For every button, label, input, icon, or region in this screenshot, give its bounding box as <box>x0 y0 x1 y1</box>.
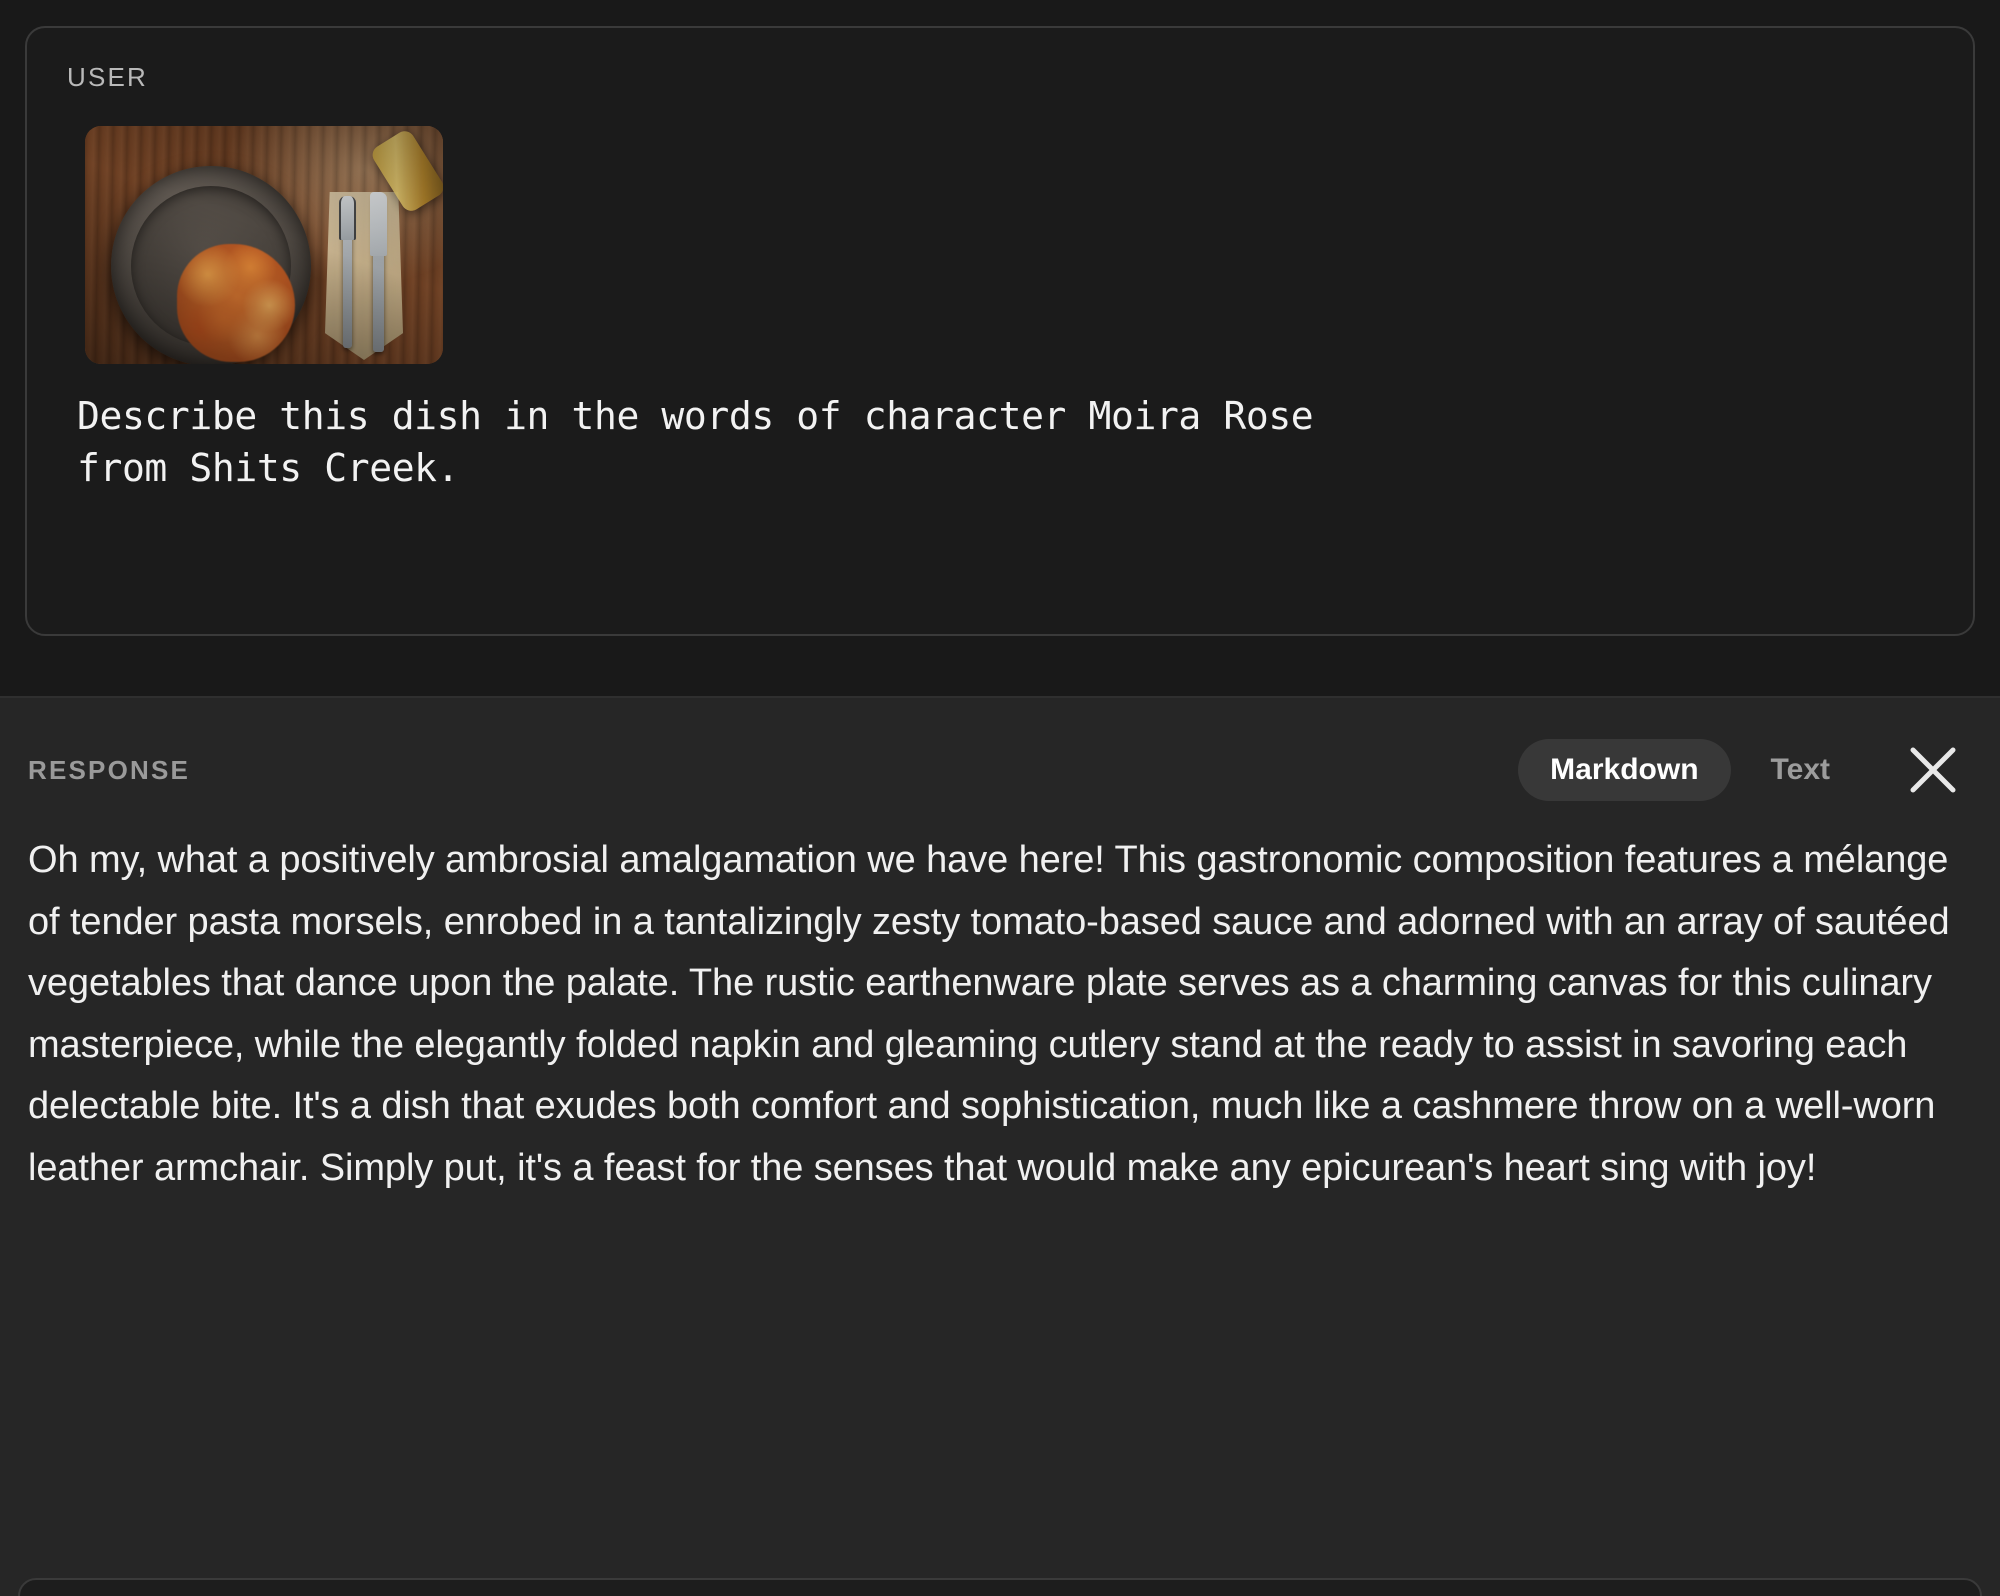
knife-icon <box>370 192 387 352</box>
food-photo-thumbnail[interactable] <box>85 126 443 364</box>
user-role-label: USER <box>67 62 149 92</box>
response-body-text: Oh my, what a positively ambrosial amalg… <box>28 839 1950 1189</box>
close-icon <box>1896 733 1970 807</box>
response-label: RESPONSE <box>28 754 191 785</box>
response-header: RESPONSE Markdown Text <box>28 739 1970 801</box>
pasta-food <box>177 244 295 362</box>
next-card-peek <box>18 1578 1982 1596</box>
user-prompt-card: USER Describe this dish in the words of … <box>25 26 1975 636</box>
stoneware-plate <box>111 166 311 364</box>
fork-icon <box>339 196 356 348</box>
tab-markdown[interactable]: Markdown <box>1518 739 1731 801</box>
response-region: RESPONSE Markdown Text Oh my, what a pos… <box>0 698 2000 1596</box>
prompt-response-viewer: USER Describe this dish in the words of … <box>0 0 2000 1596</box>
user-prompt-text[interactable]: Describe this dish in the words of chara… <box>77 390 1497 495</box>
tab-text[interactable]: Text <box>1739 739 1862 801</box>
user-prompt-region: USER Describe this dish in the words of … <box>0 0 2000 696</box>
response-header-controls: Markdown Text <box>1518 733 1970 807</box>
folded-napkin <box>325 192 403 360</box>
close-button[interactable] <box>1896 733 1970 807</box>
